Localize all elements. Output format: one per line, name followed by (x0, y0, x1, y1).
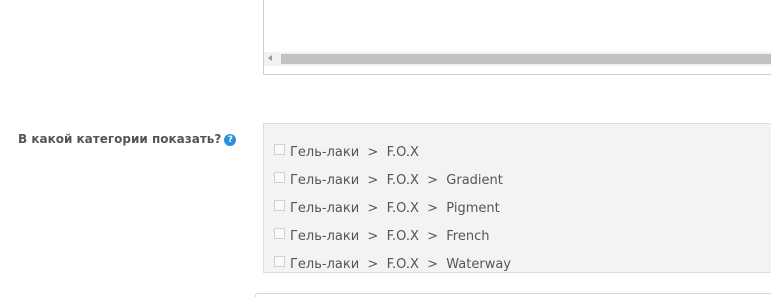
category-option-label: Гель-лаки > F.O.X > French (290, 229, 490, 244)
category-option[interactable]: Гель-лаки > F.O.X > Gradient (274, 172, 511, 200)
category-option-label: Гель-лаки > F.O.X > Pigment (290, 201, 500, 216)
category-checkbox[interactable] (274, 228, 285, 239)
category-checkbox[interactable] (274, 144, 285, 155)
horizontal-scrollbar[interactable] (264, 52, 771, 66)
question-circle-icon[interactable]: ? (224, 134, 237, 146)
category-checkbox-list[interactable]: Гель-лаки > F.O.X Гель-лаки > F.O.X > Gr… (263, 123, 771, 273)
category-option-label: Гель-лаки > F.O.X (290, 145, 419, 160)
scroll-left-arrow-icon[interactable] (268, 55, 272, 61)
category-option[interactable]: Гель-лаки > F.O.X (274, 144, 511, 172)
next-input-field[interactable] (255, 293, 771, 297)
category-field-label: В какой категории показать?? (18, 132, 237, 146)
category-options: Гель-лаки > F.O.X Гель-лаки > F.O.X > Gr… (274, 144, 511, 272)
category-option[interactable]: Гель-лаки > F.O.X > Pigment (274, 200, 511, 228)
category-option-label: Гель-лаки > F.O.X > Gradient (290, 173, 503, 188)
category-option-label: Гель-лаки > F.O.X > Waterway (290, 257, 511, 272)
category-checkbox[interactable] (274, 200, 285, 211)
description-textarea[interactable] (263, 0, 771, 75)
scrollbar-thumb[interactable] (281, 54, 771, 64)
category-option[interactable]: Гель-лаки > F.O.X > Waterway (274, 256, 511, 272)
category-option[interactable]: Гель-лаки > F.O.X > French (274, 228, 511, 256)
category-label-text: В какой категории показать? (18, 132, 222, 146)
category-checkbox[interactable] (274, 256, 285, 267)
category-checkbox[interactable] (274, 172, 285, 183)
